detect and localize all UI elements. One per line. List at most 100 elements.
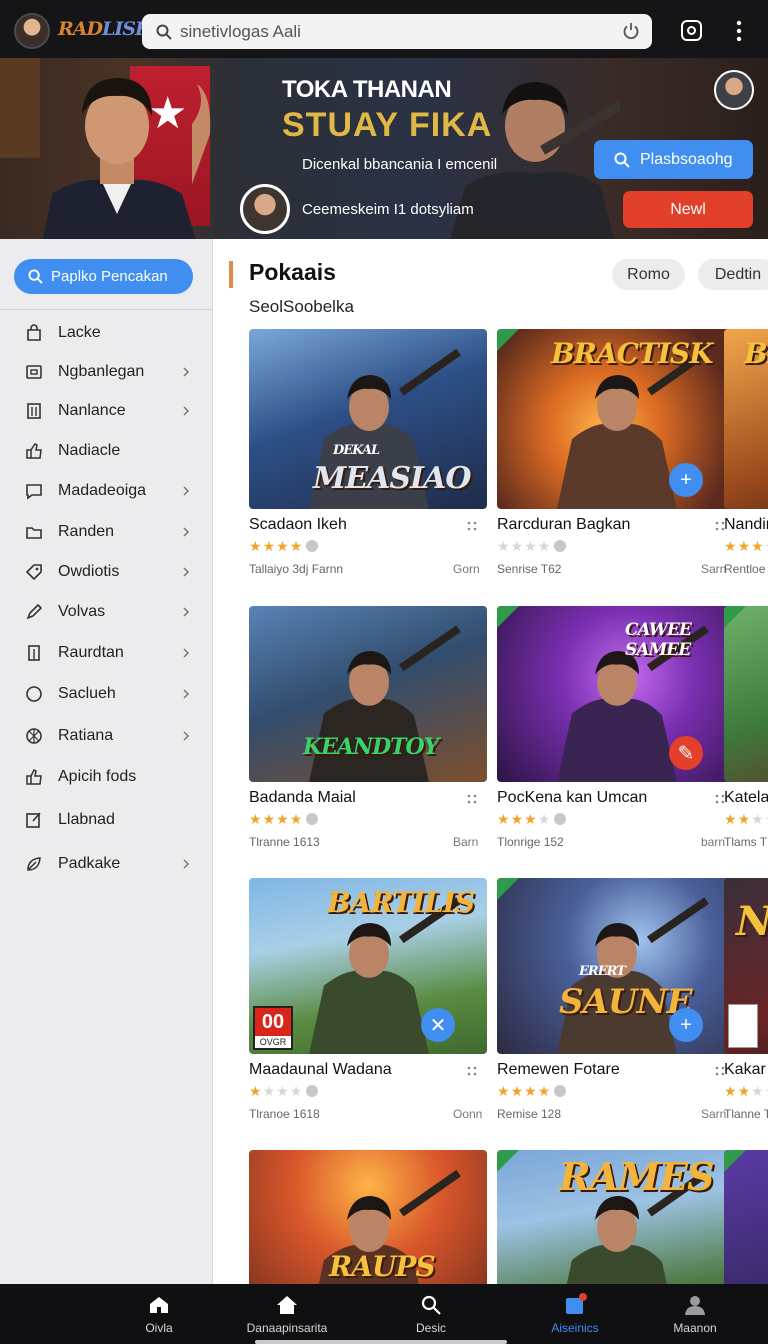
sidebar-item-llabnad[interactable]: Llabnad — [0, 801, 213, 839]
game-name[interactable]: Katela — [724, 789, 768, 807]
power-icon[interactable] — [622, 22, 640, 40]
game-meta: Tlanne T — [724, 1107, 768, 1121]
filter-chip-dedtin[interactable]: Dedtin — [698, 259, 768, 290]
search-bar[interactable] — [142, 14, 652, 49]
nav-item-label: Maanon — [673, 1321, 717, 1335]
game-thumbnail[interactable]: ERERT SAUNE + — [497, 878, 735, 1054]
nav-item-danaapinsarita[interactable]: Danaapinsarita — [237, 1284, 337, 1344]
chat-icon — [26, 484, 42, 500]
sidebar-item-ngbanlegan[interactable]: Ngbanlegan — [0, 353, 213, 391]
game-card[interactable] — [724, 1150, 768, 1284]
game-thumbnail[interactable]: BARTILIS 00 OVGR ✕ — [249, 878, 487, 1054]
game-thumbnail[interactable] — [724, 606, 768, 782]
star-rating: ★★★★ — [724, 1083, 768, 1099]
drag-handle-icon[interactable] — [467, 1066, 477, 1076]
game-card[interactable]: CAWEE SAMEE ✎ PocKena kan Umcan ★★★★ Tlonrig… — [497, 606, 735, 849]
game-thumbnail[interactable]: BR — [724, 329, 768, 509]
game-thumbnail[interactable]: RAMES — [497, 1150, 735, 1284]
game-thumbnail[interactable]: N — [724, 878, 768, 1054]
hero-search-button[interactable]: Plasbsoaohg — [594, 140, 753, 179]
game-card[interactable]: KEANDTOY Badanda Maial ★★★★ Tlranne 1613 Bar… — [249, 606, 487, 849]
sidebar-item-lacke[interactable]: Lacke — [0, 314, 213, 352]
chevron-right-icon — [183, 527, 190, 537]
game-side-meta: Sarn — [701, 1107, 727, 1121]
sidebar-item-nanlance[interactable]: Nanlance — [0, 392, 213, 430]
section-title: Pokaais — [249, 259, 336, 285]
game-name[interactable]: Badanda Maial — [249, 789, 356, 807]
card-action-icon: + — [680, 1013, 692, 1036]
sidebar-item-owdiotis[interactable]: Owdiotis — [0, 553, 213, 591]
game-meta: Senrise T62 — [497, 562, 562, 576]
nav-item-label: Desic — [415, 1321, 446, 1335]
game-card[interactable]: BRACTISK + Rarcduran Bagkan ★★★★ Senrise T62… — [497, 329, 735, 576]
bag-icon — [27, 324, 41, 341]
game-thumbnail[interactable]: BRACTISK + — [497, 329, 735, 509]
sidebar-item-ratiana[interactable]: Ratiana — [0, 717, 213, 755]
game-meta: Tlams T — [724, 835, 768, 849]
game-meta: Rentloe — [724, 562, 766, 576]
game-thumbnail[interactable] — [724, 1150, 768, 1284]
hero-profile-avatar[interactable] — [714, 70, 754, 110]
thumb-up-icon — [26, 768, 42, 785]
app-logo[interactable]: RADLISK — [58, 18, 152, 40]
sidebar-item-volvas[interactable]: Volvas — [0, 593, 213, 631]
game-thumbnail[interactable]: KEANDTOY — [249, 606, 487, 782]
circle-icon — [26, 686, 42, 702]
verified-icon — [554, 540, 567, 552]
card-action-button[interactable]: + — [669, 463, 703, 497]
verified-icon — [554, 1085, 567, 1097]
sidebar-item-padkake[interactable]: Padkake — [0, 845, 213, 883]
game-thumbnail[interactable]: DEKAL MEASIAO — [249, 329, 487, 509]
game-thumbnail[interactable]: RAUPS — [249, 1150, 487, 1284]
star-rating: ★★★★ — [497, 811, 567, 828]
game-name[interactable]: Nandin — [724, 516, 768, 534]
hero-new-button[interactable]: Newl — [623, 191, 753, 228]
hero-avatar[interactable] — [240, 184, 290, 234]
game-card[interactable]: BARTILIS 00 OVGR ✕ Maadaunal Wadana ★★★★ Tlran… — [249, 878, 487, 1121]
folder-icon — [26, 527, 42, 539]
drag-handle-icon[interactable] — [467, 794, 477, 804]
user-avatar[interactable] — [14, 13, 50, 49]
game-name[interactable]: Rarcduran Bagkan — [497, 516, 630, 534]
game-card[interactable]: Katela ★★★★ Tlams T — [724, 606, 768, 849]
sidebar-item-raurdtan[interactable]: Raurdtan — [0, 634, 213, 672]
game-card[interactable]: RAMES — [497, 1150, 735, 1284]
sidebar-search-button[interactable]: Paplko Pencakan — [14, 259, 193, 294]
game-name[interactable]: Kakar — [724, 1061, 766, 1079]
nav-item-desic[interactable]: Desic — [381, 1284, 481, 1344]
star-rating: ★★★★ — [497, 1083, 567, 1100]
game-thumbnail[interactable]: CAWEE SAMEE ✎ — [497, 606, 735, 782]
nav-item-aiseinics[interactable]: Aiseinics — [525, 1284, 625, 1344]
leaf-icon — [27, 857, 41, 871]
game-name[interactable]: Maadaunal Wadana — [249, 1061, 392, 1079]
instagram-icon[interactable] — [681, 20, 702, 41]
game-name[interactable]: PocKena kan Umcan — [497, 789, 647, 807]
search-input[interactable] — [180, 21, 600, 42]
game-card[interactable]: BR Nandin ★★★★ Rentloe — [724, 329, 768, 576]
game-card[interactable]: RAUPS — [249, 1150, 487, 1284]
sidebar-item-label: Ngbanlegan — [58, 363, 145, 380]
nav-item-oivla[interactable]: Oivla — [109, 1284, 209, 1344]
rating-badge: 00 OVGR — [253, 1006, 293, 1050]
sidebar-item-apicih-fods[interactable]: Apicih fods — [0, 758, 213, 796]
more-vertical-icon[interactable] — [731, 18, 747, 44]
game-name[interactable]: Scadaon Ikeh — [249, 516, 347, 534]
sidebar-item-label: Llabnad — [58, 811, 115, 828]
card-action-button[interactable]: ✎ — [669, 736, 703, 770]
game-card[interactable]: DEKAL MEASIAO Scadaon Ikeh ★★★★ Tallaiyo 3dj… — [249, 329, 487, 576]
sidebar-item-saclueh[interactable]: Saclueh — [0, 675, 213, 713]
search-icon — [421, 1295, 441, 1315]
game-card[interactable]: N Kakar ★★★★ Tlanne T — [724, 878, 768, 1121]
sidebar-item-madadeoiga[interactable]: Madadeoiga — [0, 472, 213, 510]
game-card[interactable]: ERERT SAUNE + Remewen Fotare ★★★★ Remise 128 S… — [497, 878, 735, 1121]
game-side-meta: barn — [701, 835, 726, 849]
nav-item-maanon[interactable]: Maanon — [645, 1284, 745, 1344]
drag-handle-icon[interactable] — [467, 521, 477, 531]
card-action-button[interactable]: + — [669, 1008, 703, 1042]
filter-chip-romo[interactable]: Romo — [612, 259, 685, 290]
sidebar-item-nadiacle[interactable]: Nadiacle — [0, 432, 213, 470]
card-action-button[interactable]: ✕ — [421, 1008, 455, 1042]
sidebar-item-randen[interactable]: Randen — [0, 513, 213, 551]
game-name[interactable]: Remewen Fotare — [497, 1061, 620, 1079]
star-rating: ★★★★ — [724, 811, 768, 827]
